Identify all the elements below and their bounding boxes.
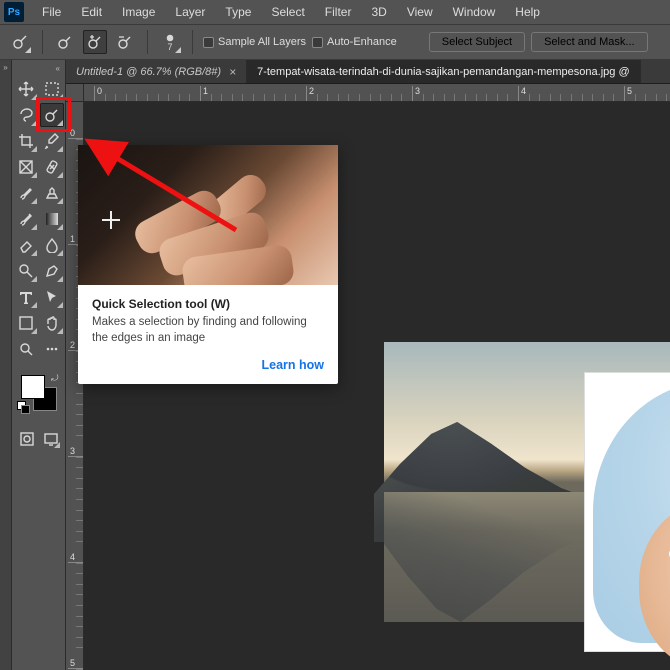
eyedropper-tool[interactable] <box>40 129 64 153</box>
brush-picker[interactable]: 7 <box>158 30 182 54</box>
tab-label: Untitled-1 @ 66.7% (RGB/8#) <box>76 66 221 78</box>
foreground-color[interactable] <box>21 375 45 399</box>
tab-label: 7-tempat-wisata-terindah-di-dunia-sajika… <box>257 66 630 78</box>
tab-active-image[interactable]: 7-tempat-wisata-terindah-di-dunia-sajika… <box>247 60 641 83</box>
annotation-arrow <box>96 140 256 255</box>
quick-mask-icon[interactable] <box>17 429 37 449</box>
history-brush-tool[interactable] <box>14 207 38 231</box>
sample-all-layers-label: Sample All Layers <box>218 36 306 48</box>
eraser-tool[interactable] <box>14 233 38 257</box>
menu-file[interactable]: File <box>32 1 71 23</box>
tool-preset-picker[interactable] <box>8 30 32 54</box>
tools-panel: « ⤾ <box>12 60 66 670</box>
brush-tool[interactable] <box>14 181 38 205</box>
marquee-tool[interactable] <box>40 77 64 101</box>
collapsed-panel-strip[interactable]: » <box>0 60 12 670</box>
document-tab-bar: Untitled-1 @ 66.7% (RGB/8#) × 7-tempat-w… <box>66 60 670 84</box>
frame-tool[interactable] <box>14 155 38 179</box>
shape-tool[interactable] <box>14 311 38 335</box>
document-image <box>384 342 670 622</box>
move-tool[interactable] <box>14 77 38 101</box>
menu-help[interactable]: Help <box>505 1 550 23</box>
blur-tool[interactable] <box>40 233 64 257</box>
screen-mode-icon[interactable] <box>41 429 61 449</box>
healing-brush-tool[interactable] <box>40 155 64 179</box>
hand-tool[interactable] <box>40 311 64 335</box>
subtract-from-selection-icon[interactable] <box>113 30 137 54</box>
select-subject-button[interactable]: Select Subject <box>429 32 525 52</box>
option-bar: 7 Sample All Layers Auto-Enhance Select … <box>0 24 670 60</box>
dodge-tool[interactable] <box>14 259 38 283</box>
learn-how-link[interactable]: Learn how <box>261 358 324 372</box>
close-icon[interactable]: × <box>229 65 236 79</box>
menu-view[interactable]: View <box>397 1 443 23</box>
menu-3d[interactable]: 3D <box>361 1 396 23</box>
menu-filter[interactable]: Filter <box>315 1 362 23</box>
auto-enhance-checkbox[interactable]: Auto-Enhance <box>312 36 397 48</box>
sample-all-layers-checkbox[interactable]: Sample All Layers <box>203 36 306 48</box>
edit-toolbar[interactable] <box>40 337 64 361</box>
clone-stamp-tool[interactable] <box>40 181 64 205</box>
color-swatches[interactable]: ⤾ <box>17 373 61 413</box>
menu-select[interactable]: Select <box>261 1 314 23</box>
tooltip-title: Quick Selection tool (W) <box>92 297 324 311</box>
swap-colors-icon[interactable]: ⤾ <box>51 373 59 384</box>
add-to-selection-icon[interactable] <box>83 30 107 54</box>
select-and-mask-button[interactable]: Select and Mask... <box>531 32 648 52</box>
crop-tool[interactable] <box>14 129 38 153</box>
menu-edit[interactable]: Edit <box>71 1 112 23</box>
quick-selection-tool[interactable] <box>40 103 64 127</box>
app-logo-icon: Ps <box>4 2 24 22</box>
menu-bar: Ps File Edit Image Layer Type Select Fil… <box>0 0 670 24</box>
path-selection-tool[interactable] <box>40 285 64 309</box>
lasso-tool[interactable] <box>14 103 38 127</box>
type-tool[interactable] <box>14 285 38 309</box>
new-selection-icon[interactable] <box>53 30 77 54</box>
default-colors-icon[interactable] <box>17 401 29 413</box>
gradient-tool[interactable] <box>40 207 64 231</box>
brush-size-label: 7 <box>167 43 172 52</box>
menu-layer[interactable]: Layer <box>165 1 215 23</box>
tab-untitled[interactable]: Untitled-1 @ 66.7% (RGB/8#) × <box>66 60 247 83</box>
menu-type[interactable]: Type <box>215 1 261 23</box>
toolbar-collapse-icon[interactable]: « <box>53 64 63 75</box>
tooltip-description: Makes a selection by finding and followi… <box>92 315 324 346</box>
pen-tool[interactable] <box>40 259 64 283</box>
ruler-origin[interactable] <box>66 84 84 102</box>
menu-image[interactable]: Image <box>112 1 165 23</box>
ruler-horizontal[interactable]: 01234567 <box>84 84 670 102</box>
zoom-tool[interactable] <box>14 337 38 361</box>
auto-enhance-label: Auto-Enhance <box>327 36 397 48</box>
menu-window[interactable]: Window <box>443 1 506 23</box>
